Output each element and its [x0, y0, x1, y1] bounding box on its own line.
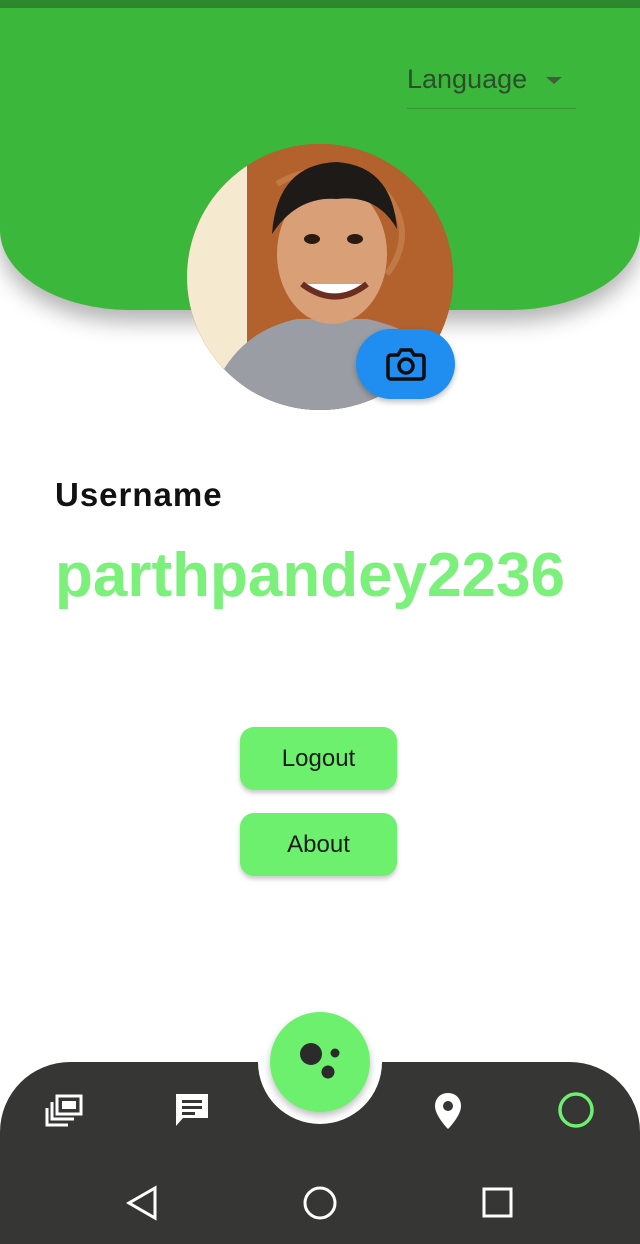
status-ring-icon[interactable] [556, 1090, 596, 1135]
assistant-icon [300, 1043, 340, 1079]
recents-icon[interactable] [481, 1186, 515, 1225]
dropdown-caret-icon [546, 77, 562, 84]
change-photo-button[interactable] [356, 329, 455, 399]
status-strip [0, 0, 640, 8]
back-icon[interactable] [124, 1184, 160, 1227]
username-value: parthpandey2236 [55, 541, 565, 610]
home-icon[interactable] [301, 1184, 339, 1227]
assistant-fab[interactable] [270, 1012, 370, 1112]
gallery-icon[interactable] [44, 1092, 84, 1137]
language-dropdown[interactable]: Language [407, 60, 576, 109]
camera-icon [385, 348, 426, 381]
language-label: Language [407, 64, 528, 94]
username-label: Username [55, 476, 223, 513]
about-button[interactable]: About [240, 813, 397, 876]
location-pin-icon[interactable] [432, 1091, 464, 1136]
chat-icon[interactable] [172, 1090, 212, 1135]
logout-button[interactable]: Logout [240, 727, 397, 790]
